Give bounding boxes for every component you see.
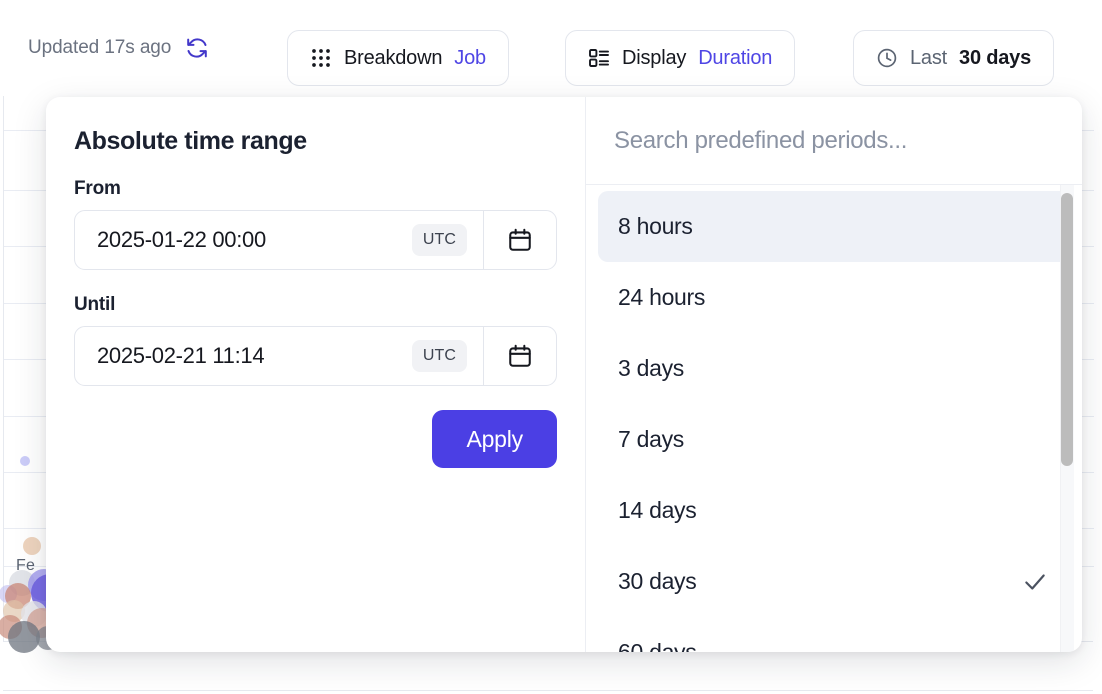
from-date-value[interactable]: 2025-01-22 00:00 [75, 227, 412, 253]
predefined-option-8-hours[interactable]: 8 hours [598, 191, 1070, 262]
option-label: 8 hours [618, 213, 693, 239]
top-toolbar: Updated 17s ago Breakdown Job Display Du… [0, 0, 1102, 96]
time-range-value: 30 days [959, 46, 1032, 69]
from-timezone-badge: UTC [411, 224, 467, 256]
app-root: Fe Updated 17s ago Breakdown Job Display… [0, 0, 1102, 694]
absolute-range-title: Absolute time range [74, 127, 307, 155]
predefined-option-24-hours[interactable]: 24 hours [598, 262, 1070, 333]
updated-timestamp-label: Updated 17s ago [28, 37, 172, 58]
breakdown-button[interactable]: Breakdown Job [287, 30, 509, 86]
predefined-periods-pane: 8 hours 24 hours 3 days 7 days 14 days 30 day… [586, 97, 1082, 652]
until-calendar-icon[interactable] [483, 327, 556, 385]
display-value: Duration [698, 46, 773, 69]
list-layout-icon [588, 47, 610, 69]
until-date-value[interactable]: 2025-02-21 11:14 [75, 343, 412, 369]
search-input[interactable] [614, 126, 1054, 155]
apply-button[interactable]: Apply [432, 410, 557, 468]
predefined-option-30-days[interactable]: 30 days [598, 546, 1070, 617]
until-timezone-badge: UTC [411, 340, 467, 372]
predefined-options-scroll-area[interactable]: 8 hours 24 hours 3 days 7 days 14 days 30 day… [586, 185, 1082, 652]
scrollbar-thumb[interactable] [1061, 193, 1073, 466]
option-label: 60 days [618, 639, 697, 652]
search-row [586, 97, 1082, 185]
clock-icon [876, 47, 898, 69]
predefined-option-14-days[interactable]: 14 days [598, 475, 1070, 546]
chart-axis-rule [3, 690, 1093, 691]
display-label: Display [622, 46, 687, 69]
chart-dot [20, 456, 30, 466]
time-range-label: Last [910, 46, 948, 69]
time-range-button[interactable]: Last 30 days [853, 30, 1055, 86]
option-label: 3 days [618, 355, 684, 381]
from-field-label: From [74, 178, 121, 199]
breakdown-label: Breakdown [344, 46, 443, 69]
chart-dot [23, 537, 41, 555]
option-label: 7 days [618, 426, 684, 452]
breakdown-value: Job [454, 46, 486, 69]
predefined-option-60-days[interactable]: 60 days [598, 617, 1070, 652]
check-icon [1022, 569, 1048, 595]
predefined-option-3-days[interactable]: 3 days [598, 333, 1070, 404]
apply-row: Apply [74, 410, 557, 468]
until-field-label: Until [74, 294, 116, 315]
absolute-time-range-pane: Absolute time range From 2025-01-22 00:0… [46, 97, 586, 652]
predefined-option-7-days[interactable]: 7 days [598, 404, 1070, 475]
option-label: 14 days [618, 497, 697, 523]
from-calendar-icon[interactable] [483, 211, 556, 269]
until-date-field[interactable]: 2025-02-21 11:14 UTC [74, 326, 557, 386]
time-range-popover: Absolute time range From 2025-01-22 00:0… [46, 97, 1082, 652]
option-label: 24 hours [618, 284, 706, 310]
display-button[interactable]: Display Duration [565, 30, 796, 86]
from-date-field[interactable]: 2025-01-22 00:00 UTC [74, 210, 557, 270]
grid-dots-icon [310, 47, 332, 69]
refresh-icon[interactable] [184, 35, 210, 61]
updated-status-group: Updated 17s ago [28, 35, 210, 61]
predefined-options-list: 8 hours 24 hours 3 days 7 days 14 days 30 day… [586, 191, 1082, 652]
option-label: 30 days [618, 568, 697, 594]
chart-x-axis-tick-label: Fe [16, 557, 36, 574]
